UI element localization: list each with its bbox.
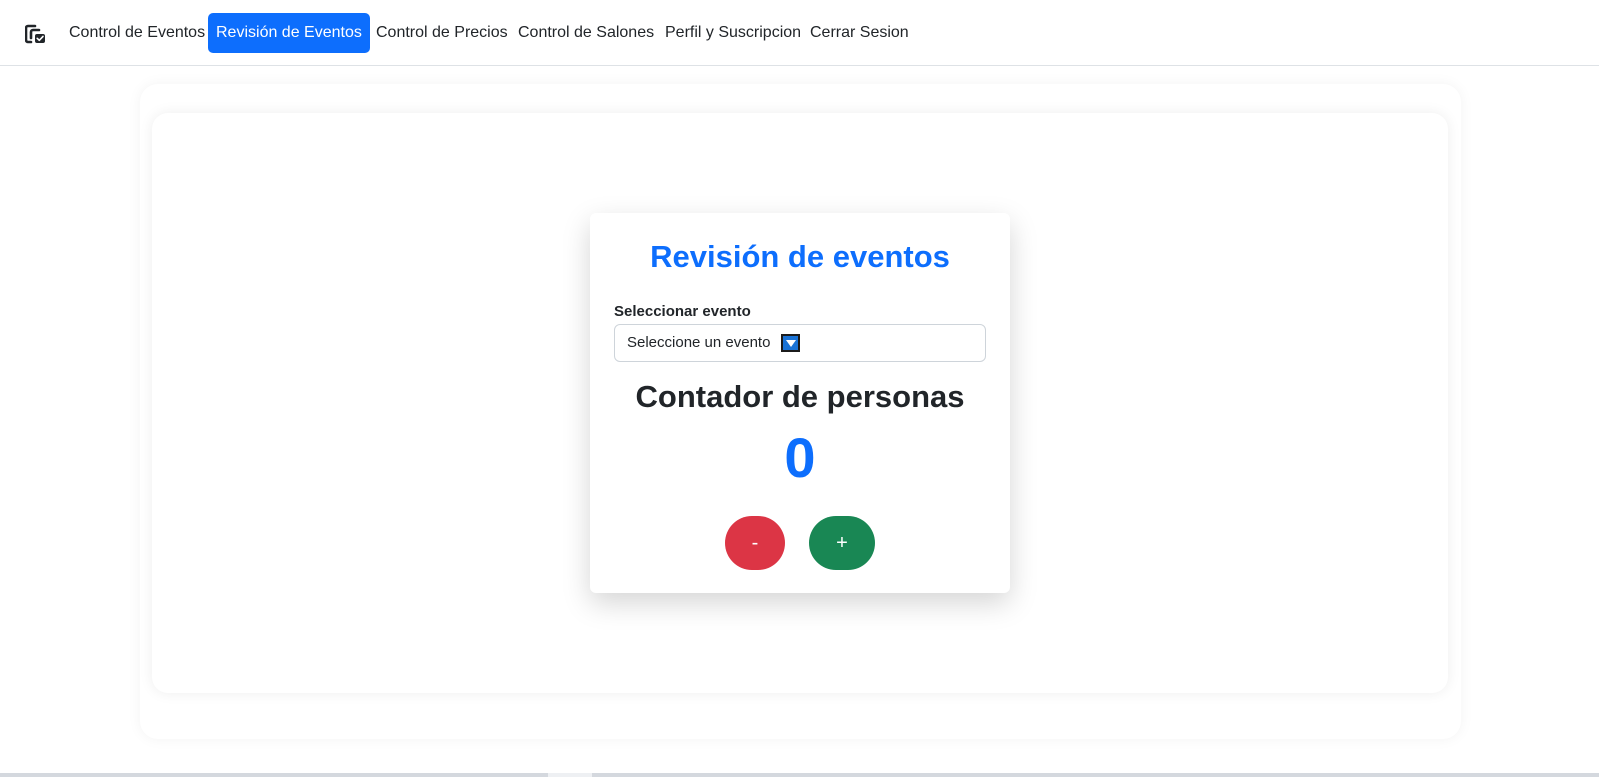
nav-cerrar-sesion[interactable]: Cerrar Sesion [802, 13, 917, 53]
decrement-button[interactable]: - [725, 516, 785, 570]
select-event-label: Seleccionar evento [614, 303, 751, 320]
nav-control-eventos[interactable]: Control de Eventos [61, 13, 213, 53]
logo-icon[interactable] [25, 24, 47, 44]
horizontal-scrollbar[interactable] [0, 773, 1599, 777]
nav-perfil-suscripcion[interactable]: Perfil y Suscripcion [657, 13, 809, 53]
counter-heading: Contador de personas [635, 379, 965, 414]
counter-value: 0 [784, 426, 816, 489]
event-select-value: Seleccione un evento [627, 334, 771, 351]
nav-revision-eventos[interactable]: Revisión de Eventos [208, 13, 370, 53]
card-title: Revisión de eventos [650, 239, 950, 274]
nav-control-salones[interactable]: Control de Salones [510, 13, 662, 53]
event-select[interactable]: Seleccione un evento [614, 324, 986, 362]
increment-button[interactable]: + [809, 516, 875, 570]
dropdown-arrow-icon[interactable] [780, 334, 800, 352]
top-navbar: Control de Eventos Revisión de Eventos C… [0, 0, 1599, 66]
scrollbar-thumb[interactable] [548, 773, 592, 777]
nav-control-precios[interactable]: Control de Precios [368, 13, 516, 53]
event-review-card: Revisión de eventos Seleccionar evento S… [590, 213, 1010, 593]
